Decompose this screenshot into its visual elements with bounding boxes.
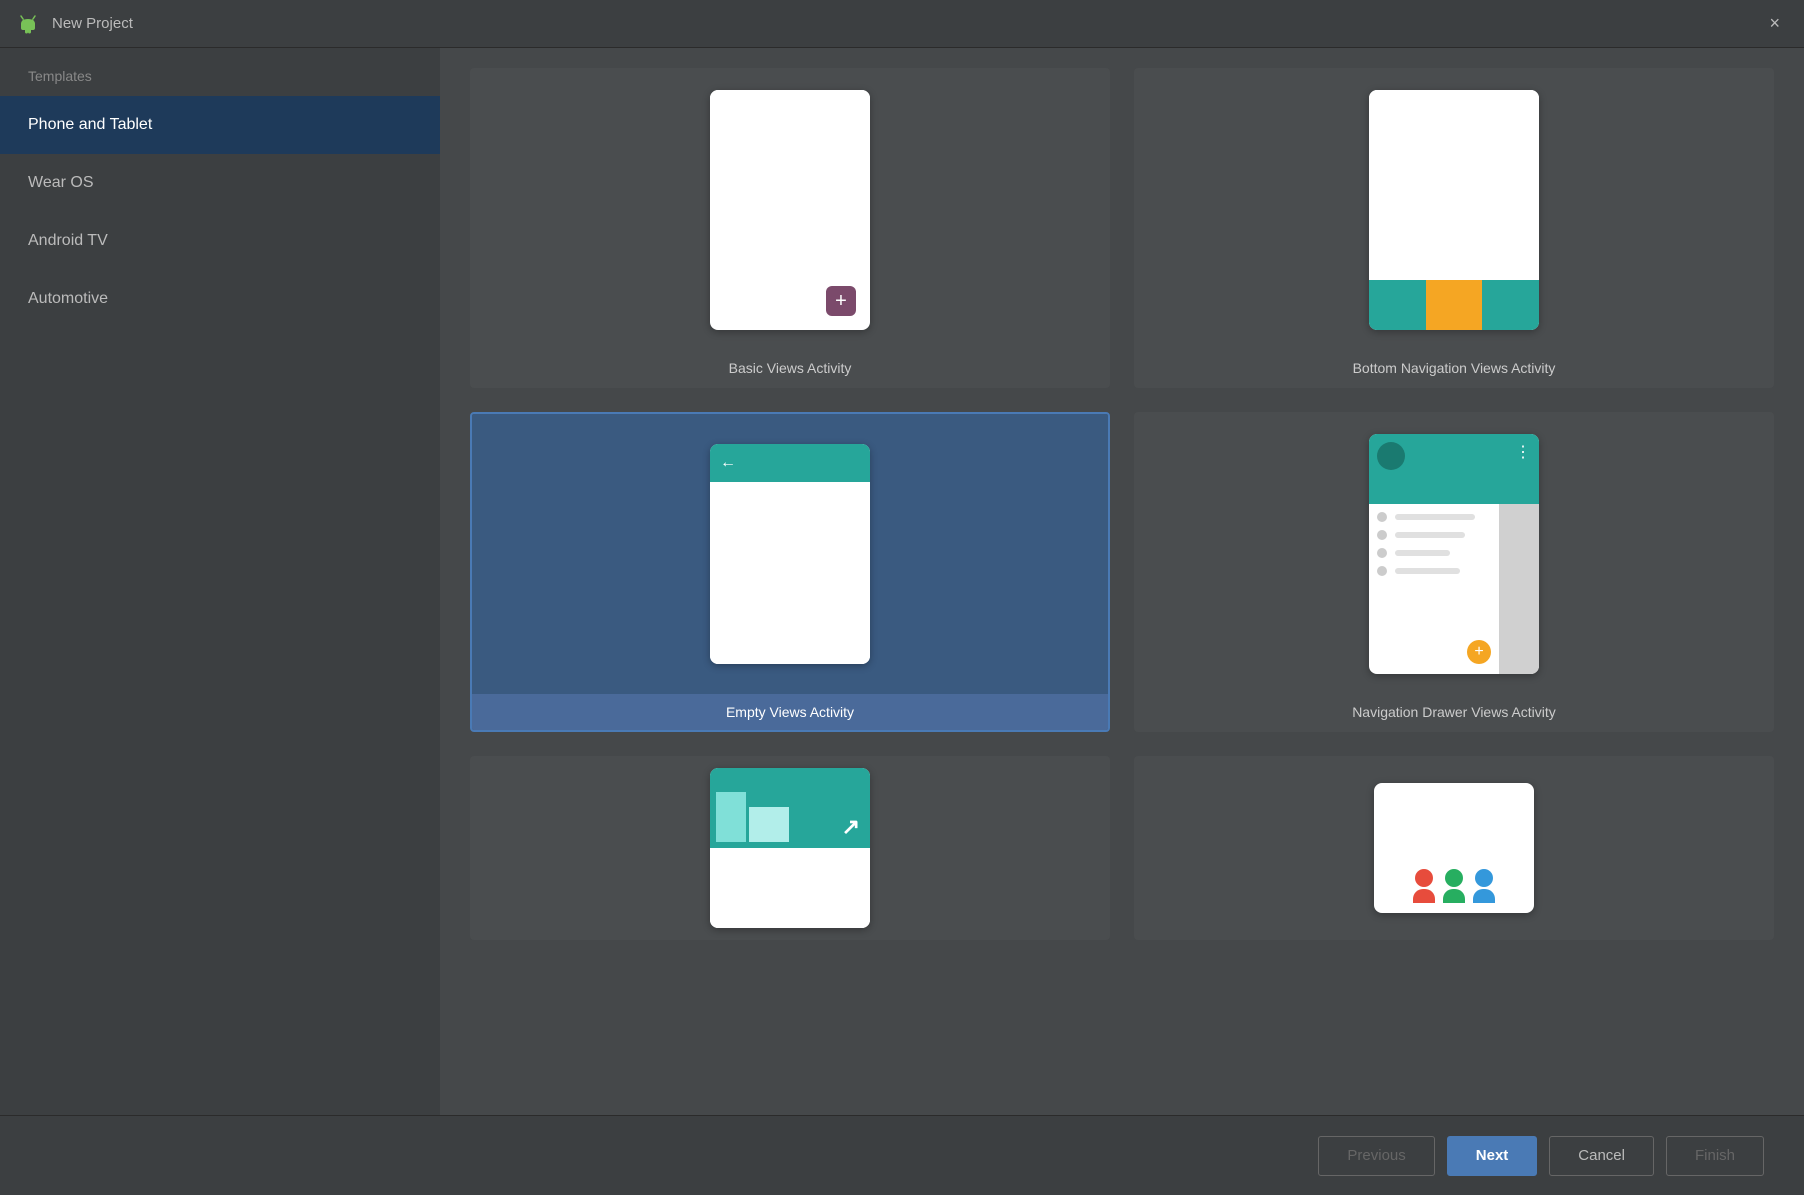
bottom-nav-label: Bottom Navigation Views Activity xyxy=(1136,350,1772,386)
close-button[interactable]: × xyxy=(1761,9,1788,38)
nav-drawer-fab: + xyxy=(1467,640,1491,664)
people-mockup xyxy=(1374,783,1534,913)
nav-drawer-mockup: ⋮ xyxy=(1369,434,1539,674)
nav-drawer-avatar xyxy=(1377,442,1405,470)
back-arrow-icon: ← xyxy=(720,454,736,472)
cancel-button[interactable]: Cancel xyxy=(1549,1136,1654,1176)
sidebar-item-android-tv[interactable]: Android TV xyxy=(0,212,440,270)
bottom-nav-mockup xyxy=(1369,90,1539,330)
basic-views-label: Basic Views Activity xyxy=(472,350,1108,386)
sidebar-header: Templates xyxy=(0,48,440,96)
main-content: Templates Phone and Tablet Wear OS Andro… xyxy=(0,48,1804,1115)
templates-grid: + Basic Views Activity xyxy=(470,68,1774,940)
templates-area: + Basic Views Activity xyxy=(440,48,1804,1115)
empty-views-label: Empty Views Activity xyxy=(472,694,1108,730)
basic-views-mockup: + xyxy=(710,90,870,330)
template-preview-chart: ↗ xyxy=(472,758,1108,938)
empty-mock-bar: ← xyxy=(710,444,870,482)
template-preview-nav-drawer: ⋮ xyxy=(1136,414,1772,694)
template-card-bottom-nav[interactable]: Bottom Navigation Views Activity xyxy=(1134,68,1774,388)
next-button[interactable]: Next xyxy=(1447,1136,1538,1176)
template-card-nav-drawer[interactable]: ⋮ xyxy=(1134,412,1774,732)
title-bar: New Project × xyxy=(0,0,1804,48)
bottom-bar: Previous Next Cancel Finish xyxy=(0,1115,1804,1195)
sidebar: Templates Phone and Tablet Wear OS Andro… xyxy=(0,48,440,1115)
template-preview-basic-views: + xyxy=(472,70,1108,350)
chart-header: ↗ xyxy=(710,768,870,848)
chart-mockup: ↗ xyxy=(710,768,870,928)
template-card-people[interactable] xyxy=(1134,756,1774,940)
previous-button[interactable]: Previous xyxy=(1318,1136,1434,1176)
nav-drawer-label: Navigation Drawer Views Activity xyxy=(1136,694,1772,730)
nav-drawer-side-panel xyxy=(1499,504,1539,674)
template-card-empty-views[interactable]: ← Empty Views Activity xyxy=(470,412,1110,732)
fab-icon: + xyxy=(826,286,856,316)
finish-button[interactable]: Finish xyxy=(1666,1136,1764,1176)
template-card-basic-views[interactable]: + Basic Views Activity xyxy=(470,68,1110,388)
sidebar-item-phone-tablet[interactable]: Phone and Tablet xyxy=(0,96,440,154)
sidebar-item-wear-os[interactable]: Wear OS xyxy=(0,154,440,212)
nav-drawer-menu-icon: ⋮ xyxy=(1515,442,1531,462)
template-preview-people xyxy=(1136,758,1772,938)
android-icon xyxy=(16,12,40,36)
template-card-chart[interactable]: ↗ xyxy=(470,756,1110,940)
empty-views-mockup: ← xyxy=(710,444,870,664)
template-preview-bottom-nav xyxy=(1136,70,1772,350)
template-preview-empty-views: ← xyxy=(472,414,1108,694)
window-title: New Project xyxy=(52,15,1761,32)
bottom-nav-bar xyxy=(1369,280,1539,330)
nav-drawer-header: ⋮ xyxy=(1369,434,1539,504)
sidebar-item-automotive[interactable]: Automotive xyxy=(0,270,440,328)
